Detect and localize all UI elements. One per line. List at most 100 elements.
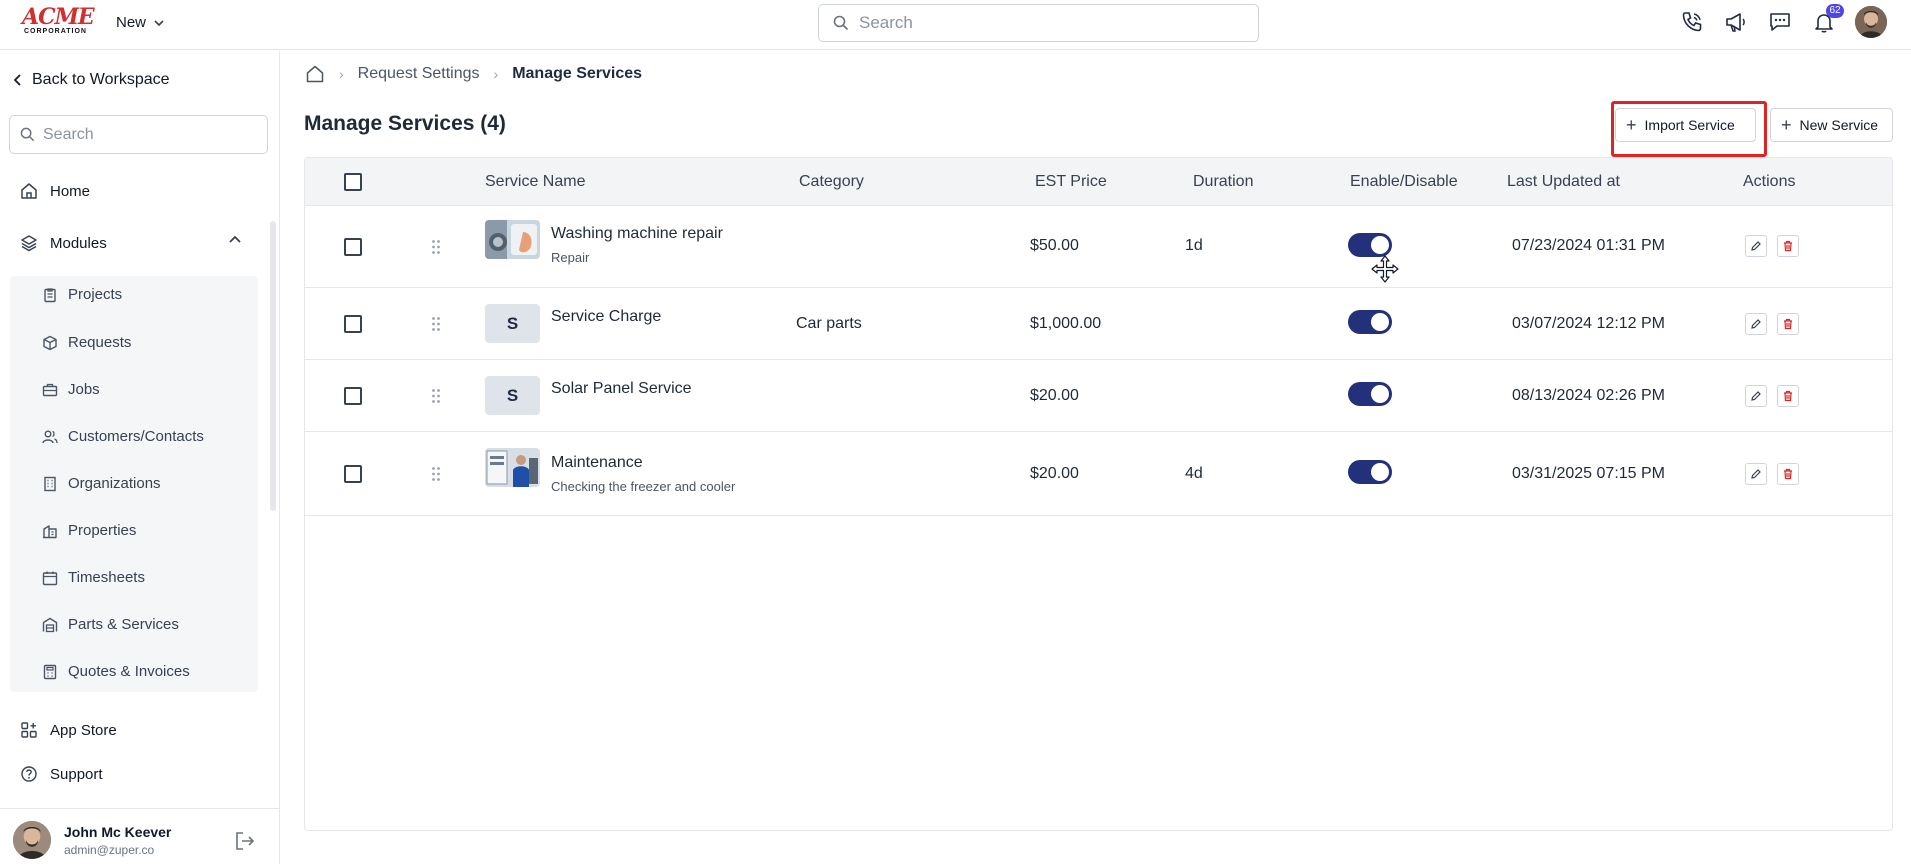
sidebar-item-requests[interactable]: Requests <box>42 334 131 351</box>
sidebar-item-quotes-invoices[interactable]: Quotes & Invoices <box>42 663 190 680</box>
table-header: Service Name Category EST Price Duration… <box>305 158 1892 206</box>
enable-toggle[interactable] <box>1348 310 1392 334</box>
trash-icon <box>1784 240 1792 252</box>
row-checkbox[interactable] <box>344 238 362 256</box>
global-search[interactable] <box>818 4 1259 42</box>
edit-button[interactable] <box>1745 235 1767 257</box>
delete-button[interactable] <box>1777 313 1799 335</box>
home-icon <box>21 183 37 199</box>
property-icon <box>43 524 57 538</box>
chevron-left-icon <box>14 74 21 86</box>
sidebar-item-label: Organizations <box>68 475 161 492</box>
back-label: Back to Workspace <box>32 71 170 88</box>
service-name[interactable]: Solar Panel Service <box>551 380 692 398</box>
service-subtitle: Repair <box>551 250 590 265</box>
pencil-icon <box>1751 319 1761 329</box>
column-header-category[interactable]: Category <box>799 173 864 191</box>
delete-button[interactable] <box>1777 385 1799 407</box>
sidebar-item-support[interactable]: Support <box>20 765 103 783</box>
drag-handle-icon[interactable] <box>431 388 441 404</box>
highlight-box <box>1611 101 1767 157</box>
briefcase-icon <box>42 383 58 396</box>
sidebar-item-timesheets[interactable]: Timesheets <box>42 569 145 586</box>
search-icon <box>833 15 849 31</box>
table-row[interactable]: Maintenance Checking the freezer and coo… <box>305 432 1892 516</box>
sidebar-search[interactable] <box>9 115 268 154</box>
acme-logo[interactable]: ACME CORPORATION <box>22 6 95 36</box>
service-name[interactable]: Maintenance <box>551 454 643 472</box>
layers-icon <box>21 235 37 252</box>
chevron-up-icon[interactable] <box>228 234 242 244</box>
breadcrumb: › Request Settings › Manage Services <box>305 64 642 84</box>
delete-button[interactable] <box>1777 235 1799 257</box>
clipboard-icon <box>44 287 56 302</box>
column-header-duration[interactable]: Duration <box>1193 173 1253 191</box>
delete-button[interactable] <box>1777 463 1799 485</box>
price-cell: $20.00 <box>1030 387 1079 404</box>
edit-button[interactable] <box>1745 313 1767 335</box>
sidebar-item-label: Home <box>50 182 91 200</box>
column-header-service-name[interactable]: Service Name <box>485 173 585 191</box>
last-updated-cell: 03/07/2024 12:12 PM <box>1512 315 1666 332</box>
edit-button[interactable] <box>1745 385 1767 407</box>
price-cell: $50.00 <box>1030 237 1079 254</box>
megaphone-icon[interactable] <box>1724 10 1748 34</box>
user-email: admin@zuper.co <box>64 843 155 857</box>
sidebar-item-organizations[interactable]: Organizations <box>42 475 161 492</box>
service-thumbnail-letter: S <box>485 304 540 343</box>
service-thumbnail-letter: S <box>485 376 540 415</box>
global-search-input[interactable] <box>859 13 1239 33</box>
box-icon <box>43 335 57 350</box>
edit-button[interactable] <box>1745 463 1767 485</box>
breadcrumb-request-settings[interactable]: Request Settings <box>358 65 480 83</box>
logout-icon[interactable] <box>234 831 256 851</box>
phone-icon[interactable] <box>1680 10 1704 34</box>
drag-handle-icon[interactable] <box>431 316 441 332</box>
sidebar-item-jobs[interactable]: Jobs <box>42 381 100 398</box>
last-updated-cell: 08/13/2024 02:26 PM <box>1512 387 1666 404</box>
enable-toggle[interactable] <box>1348 460 1392 484</box>
sidebar-item-projects[interactable]: Projects <box>42 286 122 303</box>
user-avatar[interactable] <box>1855 6 1887 38</box>
sidebar-item-parts-services[interactable]: Parts & Services <box>42 616 179 633</box>
avatar[interactable] <box>13 821 51 859</box>
sidebar-item-home[interactable]: Home <box>20 182 90 200</box>
sidebar-item-properties[interactable]: Properties <box>42 522 136 539</box>
row-checkbox[interactable] <box>344 315 362 333</box>
drag-handle-icon[interactable] <box>431 466 441 482</box>
toggle-knob <box>1371 385 1389 403</box>
service-name[interactable]: Washing machine repair <box>551 225 723 243</box>
service-thumbnail-image <box>485 448 540 487</box>
plus-icon: + <box>1781 115 1792 135</box>
select-all-checkbox[interactable] <box>344 173 362 191</box>
table-row[interactable]: S Solar Panel Service $20.00 08/13/2024 … <box>305 360 1892 432</box>
drag-handle-icon[interactable] <box>431 239 441 255</box>
sidebar-item-customers[interactable]: Customers/Contacts <box>42 428 204 445</box>
column-header-actions: Actions <box>1743 173 1796 190</box>
column-header-enable-disable[interactable]: Enable/Disable <box>1350 173 1458 191</box>
row-checkbox[interactable] <box>344 387 362 405</box>
toggle-knob <box>1371 463 1389 481</box>
trash-icon <box>1784 318 1792 330</box>
table-row[interactable]: S Service Charge Car parts $1,000.00 03/… <box>305 288 1892 360</box>
back-to-workspace-link[interactable]: Back to Workspace <box>14 71 170 89</box>
breadcrumb-separator: › <box>493 66 499 82</box>
breadcrumb-separator: › <box>339 66 344 82</box>
table-row[interactable]: Washing machine repair Repair $50.00 1d … <box>305 206 1892 288</box>
sidebar-item-label: Requests <box>68 334 132 351</box>
sidebar-search-input[interactable] <box>43 125 263 144</box>
enable-toggle[interactable] <box>1348 382 1392 406</box>
sidebar-scrollbar[interactable] <box>270 221 276 511</box>
service-name[interactable]: Service Charge <box>551 308 661 326</box>
sidebar-item-app-store[interactable]: App Store <box>20 721 117 739</box>
new-menu-button[interactable]: New <box>116 14 164 31</box>
chat-icon[interactable] <box>1768 10 1792 34</box>
search-icon <box>20 127 35 142</box>
row-checkbox[interactable] <box>344 465 362 483</box>
home-icon[interactable] <box>305 64 325 84</box>
column-header-est-price[interactable]: EST Price <box>1035 173 1107 191</box>
new-service-button[interactable]: + New Service <box>1770 108 1893 142</box>
column-header-last-updated[interactable]: Last Updated at <box>1507 173 1620 191</box>
sidebar-item-modules[interactable]: Modules <box>20 234 107 252</box>
bell-icon[interactable]: 62 <box>1812 4 1844 34</box>
